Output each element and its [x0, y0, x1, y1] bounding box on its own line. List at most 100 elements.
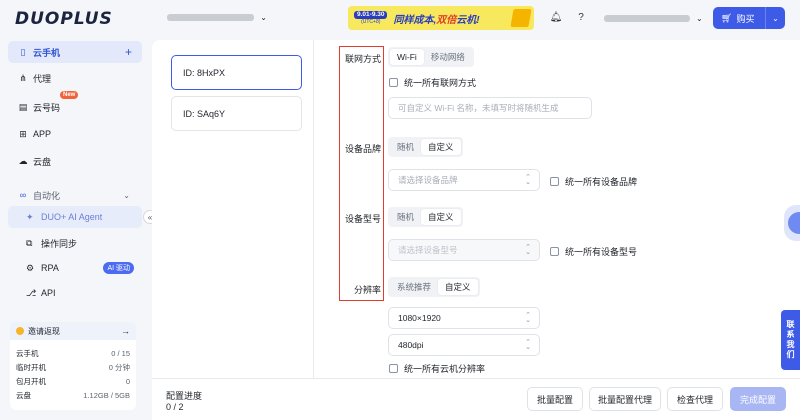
topbar: ⌄ 9.01-9.30 (UTC+8) 同样成本,双倍云机! 🔔︎ ? ⌄ 🛒︎… — [150, 0, 800, 36]
sidebar-item-label: 代理 — [33, 73, 52, 84]
device-card[interactable]: ID: SAq6Y — [171, 96, 302, 131]
assistant-icon — [788, 212, 800, 234]
assistant-bubble[interactable] — [784, 205, 800, 241]
sidebar-item-sync[interactable]: ⧉ 操作同步 — [8, 232, 142, 254]
check-proxy-button[interactable]: 检查代理 — [667, 387, 723, 411]
add-icon[interactable]: + — [125, 45, 132, 59]
api-icon: ⎇ — [26, 287, 37, 298]
unify-resolution-checkbox[interactable]: 统一所有云机分辨率 — [389, 362, 485, 375]
quota-row: 包月开机 0 — [16, 376, 130, 386]
option-random[interactable]: 随机 — [390, 139, 421, 155]
sidebar-item-cloud-disk[interactable]: ☁ 云盘 — [8, 150, 142, 172]
promo-banner[interactable]: 9.01-9.30 (UTC+8) 同样成本,双倍云机! — [348, 6, 534, 30]
quota-row: 云手机 0 / 15 — [16, 348, 130, 358]
resolution-toggle: 系统推荐 自定义 — [388, 277, 480, 297]
unify-model-checkbox[interactable]: 统一所有设备型号 — [550, 245, 637, 258]
ai-driven-badge: AI 驱动 — [103, 262, 134, 274]
coin-icon — [16, 327, 24, 335]
buy-button[interactable]: 🛒︎ 购买 ⌄ — [713, 7, 785, 29]
model-label: 设备型号 — [344, 214, 381, 224]
option-system-recommended[interactable]: 系统推荐 — [390, 279, 438, 295]
checkbox-box[interactable] — [550, 247, 559, 256]
sidebar-item-label: 操作同步 — [41, 238, 78, 249]
brand-select[interactable]: 请选择设备品牌 ⌃ ⌄ — [388, 169, 540, 191]
dpi-select[interactable]: 480dpi ⌃ ⌄ — [388, 334, 540, 356]
brand-label: 设备品牌 — [344, 144, 381, 154]
buy-label: 购买 — [736, 13, 755, 24]
sidebar-group-automation[interactable]: ∞ 自动化 ⌄ — [8, 184, 142, 206]
option-random[interactable]: 随机 — [390, 209, 421, 225]
network-toggle: Wi-Fi 移动网络 — [388, 47, 474, 67]
progress-value: 0 / 2 — [166, 402, 184, 412]
chevron-down-icon[interactable]: ⌄ — [766, 14, 785, 23]
cloud-icon: ☁ — [18, 155, 28, 166]
sidebar-item-proxy[interactable]: ⋔ 代理 — [8, 67, 142, 89]
sidebar-item-label: 云手机 — [33, 47, 61, 58]
highlight-box — [339, 46, 384, 301]
agent-icon: ✦ — [26, 211, 34, 222]
option-wifi[interactable]: Wi-Fi — [390, 49, 424, 65]
updown-icon: ⌃ ⌄ — [525, 339, 531, 351]
sidebar-item-cloud-phone[interactable]: ▯ 云手机 + — [8, 41, 142, 63]
sidebar-item-label: API — [41, 288, 56, 298]
sidebar-item-ai-agent[interactable]: ✦ DUO+ AI Agent — [8, 206, 142, 228]
batch-config-button[interactable]: 批量配置 — [527, 387, 583, 411]
sidebar-item-label: DUO+ AI Agent — [41, 212, 103, 222]
invite-cashback[interactable]: 邀请返现 → — [10, 322, 136, 340]
new-badge: New — [60, 91, 79, 99]
sidebar-item-rpa[interactable]: ⚙ RPA AI 驱动 — [8, 257, 142, 279]
sidebar: DUOPLUS ▯ 云手机 + ⋔ 代理 ▤ 云号码 New ⊞ APP ☁ 云… — [0, 0, 150, 420]
quota-row: 临时开机 0 分钟 — [16, 362, 130, 372]
network-icon: ⋔ — [19, 72, 27, 83]
promo-text: 同样成本,双倍云机! — [393, 14, 480, 26]
sidebar-group-label: 自动化 — [33, 190, 61, 201]
option-custom[interactable]: 自定义 — [421, 209, 461, 225]
bell-icon[interactable]: 🔔︎ — [550, 11, 563, 23]
config-form: 联网方式 Wi-Fi 移动网络 统一所有联网方式 可自定义 Wi-Fi 名称，未… — [314, 40, 800, 378]
unify-brand-checkbox[interactable]: 统一所有设备品牌 — [550, 175, 637, 188]
unify-network-checkbox[interactable]: 统一所有联网方式 — [389, 76, 476, 89]
option-mobile[interactable]: 移动网络 — [424, 49, 472, 65]
option-custom[interactable]: 自定义 — [438, 279, 478, 295]
contact-us-tab[interactable]: 联系我们 — [781, 310, 800, 370]
config-footer: 配置进度 0 / 2 批量配置 批量配置代理 检查代理 完成配置 — [152, 378, 800, 420]
team-selector[interactable]: ⌄ — [167, 12, 267, 22]
sidebar-item-app[interactable]: ⊞ APP — [8, 123, 142, 145]
updown-icon: ⌃ ⌄ — [525, 174, 531, 186]
finish-config-button[interactable]: 完成配置 — [730, 387, 786, 411]
help-icon[interactable]: ? — [575, 11, 587, 23]
option-custom[interactable]: 自定义 — [421, 139, 461, 155]
wifi-name-input[interactable]: 可自定义 Wi-Fi 名称，未填写时将随机生成 — [388, 97, 592, 119]
checkbox-box[interactable] — [550, 177, 559, 186]
updown-icon: ⌃ ⌄ — [525, 312, 531, 324]
account-selector[interactable]: ⌄ — [604, 14, 704, 23]
resolution-select[interactable]: 1080×1920 ⌃ ⌄ — [388, 307, 540, 329]
checkbox-box[interactable] — [389, 364, 398, 373]
checkbox-box[interactable] — [389, 78, 398, 87]
quota-panel: 邀请返现 → 云手机 0 / 15 临时开机 0 分钟 包月开机 0 云盘 1.12GB… — [10, 322, 136, 410]
infinity-icon: ∞ — [19, 190, 27, 200]
sync-icon: ⧉ — [26, 237, 33, 248]
sidebar-item-label: RPA — [41, 263, 59, 273]
invite-label: 邀请返现 — [28, 326, 60, 336]
promo-date: 9.01-9.30 — [354, 10, 388, 20]
model-select[interactable]: 请选择设备型号 ⌃ ⌄ — [388, 239, 540, 261]
device-card[interactable]: ID: 8HxPX — [171, 55, 302, 90]
device-id: ID: 8HxPX — [183, 67, 226, 78]
redacted-team-name — [167, 13, 255, 21]
batch-proxy-button[interactable]: 批量配置代理 — [589, 387, 661, 411]
network-label: 联网方式 — [344, 54, 381, 64]
chevron-down-icon: ⌄ — [696, 14, 703, 23]
device-id: ID: SAq6Y — [183, 108, 226, 119]
sidebar-item-cloud-number[interactable]: ▤ 云号码 New — [8, 91, 142, 118]
model-toggle: 随机 自定义 — [388, 207, 463, 227]
promo-logo-icon — [510, 9, 532, 27]
apps-icon: ⊞ — [19, 128, 27, 139]
chevron-down-icon: ⌄ — [123, 190, 130, 200]
updown-icon: ⌃ ⌄ — [525, 244, 531, 256]
arrow-right-icon: → — [121, 326, 130, 336]
sidebar-item-label: 云盘 — [33, 156, 52, 167]
cart-icon: 🛒︎ — [721, 12, 733, 23]
brand-toggle: 随机 自定义 — [388, 137, 463, 157]
sidebar-item-api[interactable]: ⎇ API — [8, 282, 142, 304]
